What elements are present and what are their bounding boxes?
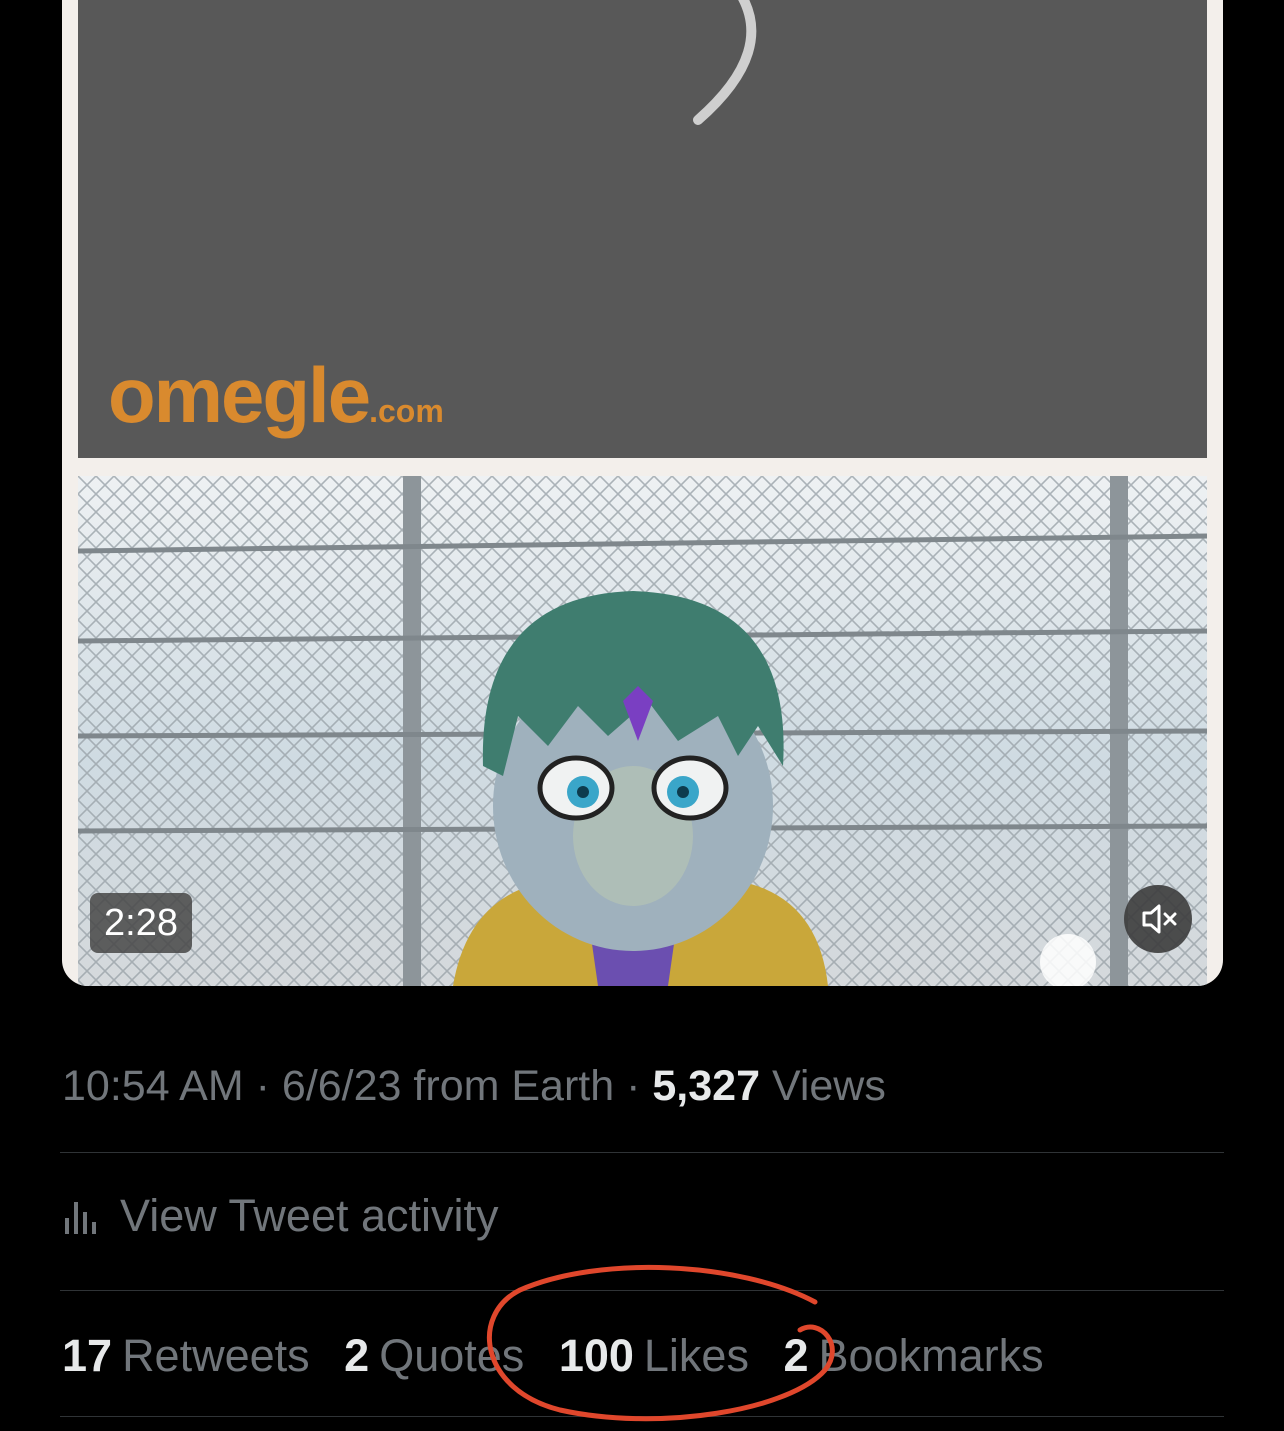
mute-button[interactable] <box>1124 885 1192 953</box>
bookmarks-stat[interactable]: 2 Bookmarks <box>783 1330 1043 1382</box>
tweet-metadata: 10:54 AM · 6/6/23 from Earth · 5,327 Vie… <box>62 1062 886 1110</box>
tweet-date: 6/6/23 <box>281 1062 402 1110</box>
views-label: Views <box>771 1062 886 1110</box>
tweet-source: from Earth <box>413 1062 615 1110</box>
divider <box>60 1152 1224 1153</box>
tweet-video-player[interactable]: omegle.com 2:28 <box>62 0 1223 986</box>
video-duration-badge: 2:28 <box>90 893 192 953</box>
avatar-scene-image <box>78 476 1207 986</box>
view-tweet-activity-link[interactable]: View Tweet activity <box>62 1190 499 1242</box>
tweet-time: 10:54 AM <box>62 1062 244 1110</box>
bar-chart-icon <box>65 1202 96 1234</box>
views-count: 5,327 <box>652 1062 760 1110</box>
speaker-muted-icon <box>1142 904 1177 934</box>
stranger-video-pane: omegle.com <box>78 0 1207 458</box>
divider <box>60 1416 1224 1417</box>
likes-stat[interactable]: 100 Likes <box>559 1330 749 1382</box>
retweets-stat[interactable]: 17 Retweets <box>62 1330 310 1382</box>
quotes-stat[interactable]: 2 Quotes <box>344 1330 524 1382</box>
omegle-logo: omegle.com <box>108 351 444 439</box>
divider <box>60 1290 1224 1291</box>
self-video-pane <box>78 476 1207 986</box>
view-tweet-activity-label: View Tweet activity <box>120 1190 499 1241</box>
tweet-stats: 17 Retweets 2 Quotes 100 Likes 2 Bookmarks <box>62 1330 1066 1382</box>
